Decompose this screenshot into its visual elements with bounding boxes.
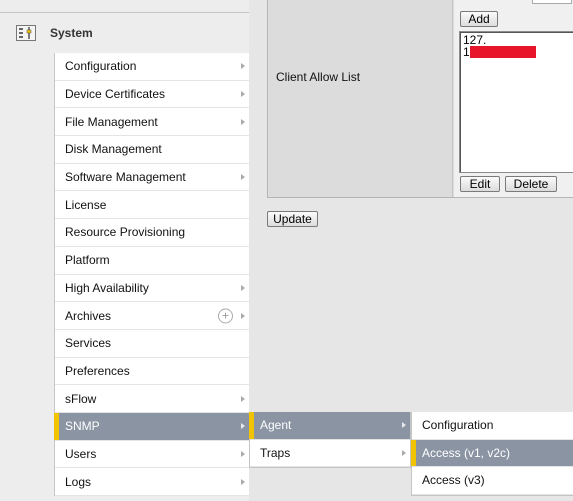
client-allow-listbox[interactable]: 127. 1 <box>459 31 573 173</box>
menu-item-logs[interactable]: Logs <box>55 468 249 496</box>
menu-item-label: Device Certificates <box>65 87 166 102</box>
menu-item-software-management[interactable]: Software Management <box>55 163 249 192</box>
menu-item-sflow[interactable]: sFlow <box>55 385 249 413</box>
chevron-right-icon <box>402 422 406 429</box>
menu-item-label: Services <box>65 336 112 351</box>
agent-item-label: Access (v1, v2c) <box>422 445 511 460</box>
menu-item-label: Archives <box>65 308 112 323</box>
address-input-edge[interactable] <box>532 0 572 4</box>
menu-item-configuration[interactable]: Configuration <box>55 53 249 81</box>
snmp-item-label: Traps <box>260 445 291 460</box>
menu-item-resource-provisioning[interactable]: Resource Provisioning <box>55 219 249 247</box>
agent-item-configuration[interactable]: Configuration <box>412 412 573 440</box>
agent-item-access-v3[interactable]: Access (v3) <box>412 467 573 495</box>
chevron-right-icon <box>402 449 406 456</box>
chevron-right-icon <box>241 91 245 98</box>
menu-item-label: High Availability <box>65 280 149 295</box>
system-header[interactable]: System <box>12 18 249 48</box>
menu-item-platform[interactable]: Platform <box>55 246 249 275</box>
menu-item-services[interactable]: Services <box>55 329 249 358</box>
client-allow-label: Client Allow List <box>276 70 361 84</box>
menu-item-label: Preferences <box>65 363 130 378</box>
client-allow-value-cell: Add 127. 1 Edit Delete <box>454 0 573 197</box>
chevron-right-icon <box>241 450 245 457</box>
chevron-right-icon <box>241 63 245 70</box>
allow-list-entry[interactable]: 127. <box>463 34 571 46</box>
chevron-right-icon <box>241 478 245 485</box>
menu-item-device-certificates[interactable]: Device Certificates <box>55 80 249 109</box>
menu-item-label: Resource Provisioning <box>65 225 186 240</box>
menu-item-disk-management[interactable]: Disk Management <box>55 136 249 164</box>
add-circle-icon[interactable]: + <box>218 308 233 324</box>
menu-item-label: Software Management <box>65 170 186 185</box>
agent-submenu: Configuration Access (v1, v2c) Access (v3) <box>411 412 573 496</box>
menu-item-file-management[interactable]: File Management <box>55 108 249 137</box>
snmp-item-traps[interactable]: Traps <box>250 439 410 467</box>
agent-item-access-v1-v2c[interactable]: Access (v1, v2c) <box>411 439 573 467</box>
add-button[interactable]: Add <box>460 11 498 27</box>
menu-item-high-availability[interactable]: High Availability <box>55 274 249 303</box>
menu-item-label: Users <box>65 446 97 461</box>
chevron-right-icon <box>241 423 245 430</box>
snmp-item-agent[interactable]: Agent <box>249 412 410 440</box>
menu-item-preferences[interactable]: Preferences <box>55 357 249 386</box>
menu-item-label: Logs <box>65 474 92 489</box>
menu-item-license[interactable]: License <box>55 191 249 220</box>
agent-item-label: Configuration <box>422 418 494 433</box>
edit-button[interactable]: Edit <box>460 176 500 192</box>
menu-item-label: License <box>65 197 107 212</box>
menu-item-label: Configuration <box>65 59 137 74</box>
system-menu: Configuration Device Certificates File Man… <box>54 53 249 496</box>
left-navigation-pane: System Configuration Device Certificates F… <box>0 0 249 501</box>
snmp-item-label: Agent <box>260 418 292 433</box>
allow-list-entry[interactable]: 1 <box>463 46 571 58</box>
menu-item-users[interactable]: Users <box>55 440 249 469</box>
menu-item-archives[interactable]: Archives + <box>55 302 249 330</box>
allow-list-entry-text: 1 <box>463 45 470 59</box>
client-allow-panel: Client Allow List Add 127. 1 Edit Delete <box>267 0 573 198</box>
snmp-submenu: Agent Traps <box>249 412 411 468</box>
menu-item-label: File Management <box>65 114 158 129</box>
chevron-right-icon <box>241 395 245 402</box>
menu-item-snmp[interactable]: SNMP <box>54 412 249 441</box>
redaction-box <box>469 46 536 58</box>
system-icon <box>12 22 40 44</box>
top-divider <box>0 12 249 13</box>
menu-item-label: sFlow <box>65 391 97 406</box>
delete-button[interactable]: Delete <box>505 176 557 192</box>
update-button[interactable]: Update <box>267 211 318 227</box>
client-allow-label-cell: Client Allow List <box>268 0 453 197</box>
menu-item-label: Disk Management <box>65 142 162 157</box>
chevron-right-icon <box>241 118 245 125</box>
menu-item-label: Platform <box>65 253 110 268</box>
chevron-right-icon <box>241 284 245 291</box>
chevron-right-icon <box>241 174 245 181</box>
system-title: System <box>50 26 93 40</box>
agent-item-label: Access (v3) <box>422 473 485 488</box>
chevron-right-icon <box>241 312 245 319</box>
menu-item-label: SNMP <box>65 419 100 434</box>
